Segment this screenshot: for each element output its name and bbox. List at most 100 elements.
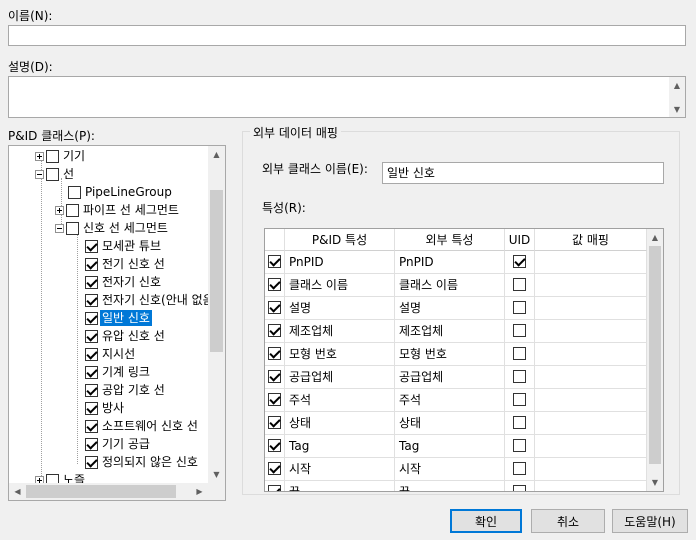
scroll-up-icon[interactable]: ▲ bbox=[669, 77, 685, 93]
checkbox-icon[interactable] bbox=[85, 239, 98, 253]
tree-item-electromagnetic-signal[interactable]: 전자기 신호 bbox=[85, 273, 163, 291]
uid-cell[interactable] bbox=[505, 343, 535, 366]
uid-cell[interactable] bbox=[505, 366, 535, 389]
uid-cell[interactable] bbox=[505, 251, 535, 274]
external-property-cell[interactable]: Tag bbox=[395, 435, 505, 458]
tree-vertical-scrollbar[interactable]: ▲ ▼ bbox=[208, 146, 225, 483]
pid-property-cell[interactable]: PnPID bbox=[285, 251, 395, 274]
checkbox-icon[interactable] bbox=[85, 311, 98, 325]
tree-item-capillary-tube[interactable]: 모세관 튜브 bbox=[85, 237, 163, 255]
row-select-cell[interactable] bbox=[265, 412, 285, 435]
ok-button[interactable]: 확인 bbox=[450, 509, 522, 533]
tree-item-radiation[interactable]: 방사 bbox=[85, 399, 126, 417]
pid-property-cell[interactable]: 주석 bbox=[285, 389, 395, 412]
expand-icon[interactable] bbox=[35, 151, 44, 161]
row-checkbox-icon[interactable] bbox=[268, 439, 281, 452]
uid-cell[interactable] bbox=[505, 481, 535, 491]
tree-item-line[interactable]: 선 bbox=[35, 165, 76, 183]
row-select-cell[interactable] bbox=[265, 320, 285, 343]
row-select-cell[interactable] bbox=[265, 297, 285, 320]
pid-property-cell[interactable]: 제조업체 bbox=[285, 320, 395, 343]
uid-cell[interactable] bbox=[505, 389, 535, 412]
row-select-cell[interactable] bbox=[265, 366, 285, 389]
uid-cell[interactable] bbox=[505, 274, 535, 297]
checkbox-icon[interactable] bbox=[85, 437, 98, 451]
name-input[interactable] bbox=[8, 25, 686, 46]
tree-item-pneumatic-signal-line[interactable]: 공압 기호 선 bbox=[85, 381, 167, 399]
tree-item-electric-signal-line[interactable]: 전기 신호 선 bbox=[85, 255, 167, 273]
pid-property-cell[interactable]: 상태 bbox=[285, 412, 395, 435]
value-mapping-cell[interactable] bbox=[535, 458, 647, 481]
checkbox-icon[interactable] bbox=[85, 257, 98, 271]
tree-item-mechanical-link[interactable]: 기계 링크 bbox=[85, 363, 152, 381]
pid-property-cell[interactable]: 클래스 이름 bbox=[285, 274, 395, 297]
external-property-cell[interactable]: PnPID bbox=[395, 251, 505, 274]
value-mapping-cell[interactable] bbox=[535, 320, 647, 343]
row-checkbox-icon[interactable] bbox=[268, 370, 281, 383]
uid-cell[interactable] bbox=[505, 320, 535, 343]
pid-property-cell[interactable]: 설명 bbox=[285, 297, 395, 320]
pid-property-cell[interactable]: 시작 bbox=[285, 458, 395, 481]
pid-property-cell[interactable]: 끝 bbox=[285, 481, 395, 491]
value-mapping-cell[interactable] bbox=[535, 274, 647, 297]
description-input[interactable]: ▲ ▼ bbox=[8, 76, 686, 118]
scroll-up-icon[interactable]: ▲ bbox=[647, 229, 663, 246]
external-property-cell[interactable]: 상태 bbox=[395, 412, 505, 435]
scroll-down-icon[interactable]: ▼ bbox=[208, 466, 225, 483]
scroll-thumb[interactable] bbox=[210, 190, 223, 352]
row-checkbox-icon[interactable] bbox=[268, 347, 281, 360]
row-checkbox-icon[interactable] bbox=[268, 301, 281, 314]
uid-checkbox-icon[interactable] bbox=[513, 439, 526, 452]
row-checkbox-icon[interactable] bbox=[268, 393, 281, 406]
row-checkbox-icon[interactable] bbox=[268, 416, 281, 429]
grid-vertical-scrollbar[interactable]: ▲ ▼ bbox=[647, 229, 663, 491]
row-checkbox-icon[interactable] bbox=[268, 485, 281, 491]
value-mapping-cell[interactable] bbox=[535, 412, 647, 435]
help-button[interactable]: 도움말(H) bbox=[612, 509, 688, 533]
external-property-cell[interactable]: 제조업체 bbox=[395, 320, 505, 343]
tree-item-instrument-supply[interactable]: 기기 공급 bbox=[85, 435, 152, 453]
properties-grid[interactable]: P&ID 특성 외부 특성 UID 값 매핑 PnPID PnPID 클래스 이름 클… bbox=[264, 228, 664, 492]
checkbox-icon[interactable] bbox=[85, 275, 98, 289]
uid-checkbox-icon[interactable] bbox=[513, 347, 526, 360]
cancel-button[interactable]: 취소 bbox=[531, 509, 605, 533]
tree-item-hydraulic-signal-line[interactable]: 유압 신호 선 bbox=[85, 327, 167, 345]
uid-checkbox-icon[interactable] bbox=[513, 301, 526, 314]
checkbox-icon[interactable] bbox=[66, 221, 79, 235]
scroll-down-icon[interactable]: ▼ bbox=[647, 474, 663, 491]
uid-cell[interactable] bbox=[505, 435, 535, 458]
value-mapping-cell[interactable] bbox=[535, 251, 647, 274]
tree-item-software-signal-line[interactable]: 소프트웨어 신호 선 bbox=[85, 417, 200, 435]
row-select-cell[interactable] bbox=[265, 458, 285, 481]
value-mapping-cell[interactable] bbox=[535, 366, 647, 389]
scroll-down-icon[interactable]: ▼ bbox=[669, 101, 685, 117]
row-select-cell[interactable] bbox=[265, 274, 285, 297]
uid-cell[interactable] bbox=[505, 412, 535, 435]
scroll-up-icon[interactable]: ▲ bbox=[208, 146, 225, 163]
checkbox-icon[interactable] bbox=[85, 383, 98, 397]
scroll-thumb[interactable] bbox=[649, 246, 661, 464]
value-mapping-cell[interactable] bbox=[535, 343, 647, 366]
row-checkbox-icon[interactable] bbox=[268, 255, 281, 268]
scroll-left-icon[interactable]: ◀ bbox=[9, 483, 26, 500]
external-property-cell[interactable]: 클래스 이름 bbox=[395, 274, 505, 297]
value-mapping-cell[interactable] bbox=[535, 297, 647, 320]
value-mapping-cell[interactable] bbox=[535, 435, 647, 458]
row-select-cell[interactable] bbox=[265, 251, 285, 274]
uid-checkbox-icon[interactable] bbox=[513, 324, 526, 337]
uid-checkbox-icon[interactable] bbox=[513, 462, 526, 475]
external-property-cell[interactable]: 공급업체 bbox=[395, 366, 505, 389]
checkbox-icon[interactable] bbox=[85, 365, 98, 379]
tree-item-pipe-line-segment[interactable]: 파이프 선 세그먼트 bbox=[55, 201, 181, 219]
tree-item-equipment[interactable]: 기기 bbox=[35, 147, 87, 165]
external-property-cell[interactable]: 끝 bbox=[395, 481, 505, 491]
row-select-cell[interactable] bbox=[265, 435, 285, 458]
external-property-cell[interactable]: 시작 bbox=[395, 458, 505, 481]
row-select-cell[interactable] bbox=[265, 481, 285, 491]
pid-property-cell[interactable]: 공급업체 bbox=[285, 366, 395, 389]
uid-cell[interactable] bbox=[505, 458, 535, 481]
checkbox-icon[interactable] bbox=[68, 185, 81, 199]
column-header-uid[interactable]: UID bbox=[505, 229, 535, 251]
checkbox-icon[interactable] bbox=[46, 167, 59, 181]
checkbox-icon[interactable] bbox=[85, 401, 98, 415]
